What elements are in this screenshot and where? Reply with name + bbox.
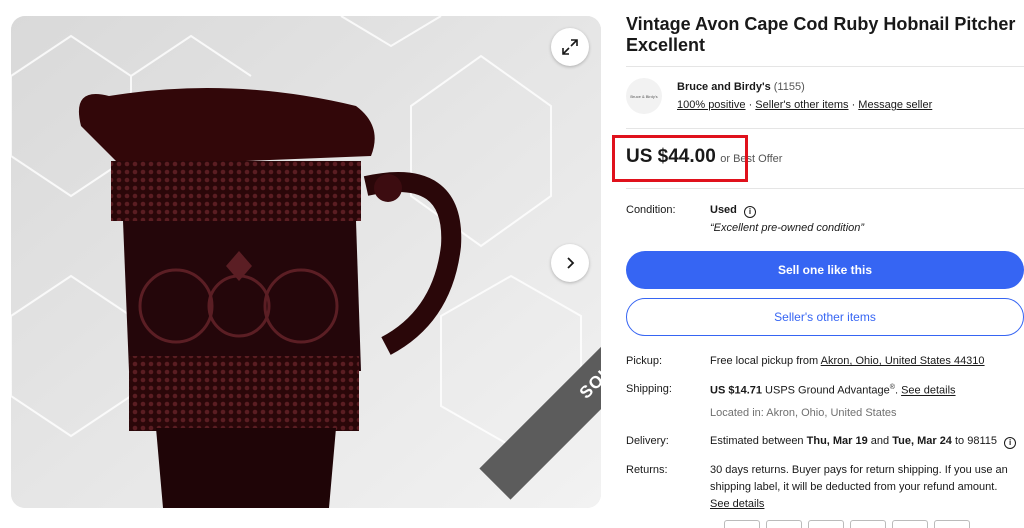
separator: · (748, 99, 753, 111)
pickup-location-link[interactable]: Akron, Ohio, United States 44310 (821, 355, 985, 367)
info-icon[interactable]: i (1004, 437, 1017, 449)
next-image-button[interactable] (551, 244, 589, 282)
thumbnail[interactable] (934, 520, 970, 528)
returns-label: Returns: (626, 464, 668, 476)
seller-feedback-count: (1155) (773, 81, 805, 93)
delivery-label: Delivery: (626, 435, 669, 447)
info-icon[interactable]: i (743, 206, 756, 218)
positive-feedback-link[interactable]: 100% positive (677, 99, 746, 111)
expand-button[interactable] (551, 28, 589, 66)
divider (626, 128, 1024, 129)
seller-name[interactable]: Bruce and Birdy's (677, 81, 771, 93)
thumbnail[interactable] (766, 520, 802, 528)
message-seller-link[interactable]: Message seller (858, 99, 932, 111)
delivery-value: Estimated between Thu, Mar 19 and Tue, M… (710, 435, 1017, 449)
shipping-value: US $14.71 USPS Ground Advantage®. See de… (710, 384, 956, 397)
seller-card: Bruce & Birdy's Bruce and Birdy's (1155)… (626, 78, 1024, 120)
price-highlight-box (612, 135, 748, 182)
shipping-label: Shipping: (626, 383, 672, 395)
condition-note: “Excellent pre-owned condition” (710, 222, 865, 234)
sellers-other-items-button[interactable]: Seller's other items (626, 298, 1024, 336)
sell-one-like-this-button[interactable]: Sell one like this (626, 251, 1024, 289)
divider (626, 66, 1024, 67)
returns-line-1: 30 days returns. Buyer pays for return s… (710, 464, 1008, 476)
pickup-value: Free local pickup from Akron, Ohio, Unit… (710, 355, 985, 367)
expand-icon (562, 39, 578, 55)
thumbnail[interactable] (850, 520, 886, 528)
seller-logo[interactable]: Bruce & Birdy's (626, 78, 662, 114)
image-gallery[interactable]: SOLD (11, 16, 601, 508)
divider (626, 188, 1024, 189)
seller-links: 100% positive · Seller's other items · M… (677, 99, 932, 111)
thumbnail-strip (724, 520, 1024, 528)
listing-title: Vintage Avon Cape Cod Ruby Hobnail Pitch… (626, 14, 1016, 55)
returns-line-2: shipping label, it will be deducted from… (710, 481, 998, 493)
shipping-cost: US $14.71 (710, 384, 762, 397)
condition-label: Condition: (626, 204, 676, 216)
thumbnail[interactable] (724, 520, 760, 528)
shipping-details-link[interactable]: See details (901, 385, 955, 397)
returns-details-link[interactable]: See details (710, 498, 764, 510)
seller-name-line: Bruce and Birdy's (1155) (677, 81, 805, 93)
returns-details: See details (710, 498, 764, 510)
seller-other-items-link[interactable]: Seller's other items (755, 99, 848, 111)
pickup-label: Pickup: (626, 355, 663, 367)
condition-value: Used i (710, 204, 756, 218)
thumbnail[interactable] (892, 520, 928, 528)
thumbnail[interactable] (808, 520, 844, 528)
chevron-right-icon (567, 257, 575, 269)
separator: · (851, 99, 856, 111)
item-location: Located in: Akron, Ohio, United States (710, 407, 897, 419)
